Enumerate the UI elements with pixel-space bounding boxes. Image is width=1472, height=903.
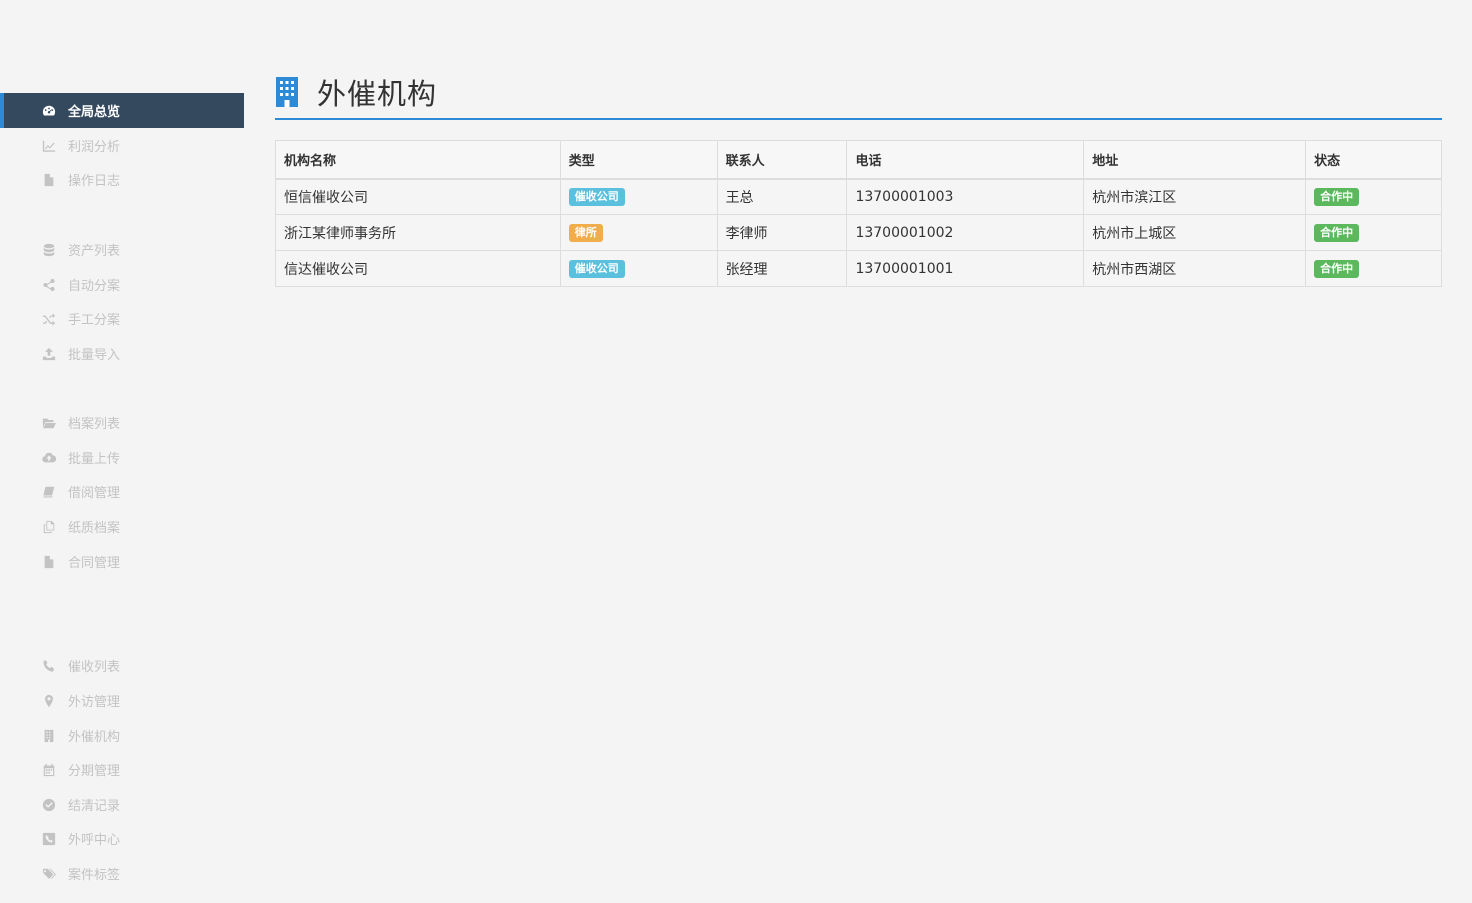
sidebar-item-batch-upload[interactable]: 批量上传 xyxy=(0,440,244,475)
upload-icon xyxy=(42,347,56,361)
status-cell: 合作中 xyxy=(1305,178,1442,215)
type-cell: 催收公司 xyxy=(559,178,718,215)
page-header: 外催机构 xyxy=(275,66,1442,120)
address: 杭州市上城区 xyxy=(1083,214,1307,251)
agency-name: 信达催收公司 xyxy=(275,250,561,287)
page-title: 外催机构 xyxy=(317,77,438,111)
sidebar-item-label: 批量导入 xyxy=(68,348,121,363)
sidebar-item-overview[interactable]: 全局总览 xyxy=(0,93,244,128)
calendar-icon xyxy=(42,763,56,777)
copy-icon xyxy=(42,520,56,534)
map-marker-icon xyxy=(42,694,56,708)
type-badge: 催收公司 xyxy=(568,259,625,278)
type-cell: 催收公司 xyxy=(559,250,718,287)
type-cell: 律所 xyxy=(559,214,718,251)
column-header-address[interactable]: 地址 xyxy=(1083,140,1307,180)
status-cell: 合作中 xyxy=(1305,250,1442,287)
sidebar-item-manual-assign[interactable]: 手工分案 xyxy=(0,301,244,336)
sidebar-item-agencies[interactable]: 外催机构 xyxy=(0,718,244,753)
table-header-row: 机构名称 类型 联系人 电话 地址 状态 xyxy=(275,140,1442,180)
phone-square-icon xyxy=(42,832,56,846)
sidebar: 全局总览 利润分析 操作日志 资产列表 自动分案 手工分案 批量导入 档案列表 … xyxy=(0,0,244,903)
type-badge: 催收公司 xyxy=(568,187,625,206)
sidebar-item-label: 操作日志 xyxy=(68,174,121,189)
sidebar-item-label: 自动分案 xyxy=(68,279,121,294)
sidebar-item-label: 利润分析 xyxy=(68,140,121,155)
table-row[interactable]: 浙江某律师事务所 律所 李律师 13700001002 杭州市上城区 合作中 xyxy=(275,214,1442,251)
agency-table: 机构名称 类型 联系人 电话 地址 状态 恒信催收公司 催收公司 王总 1370… xyxy=(275,140,1442,287)
building-icon xyxy=(42,729,56,743)
check-circle-icon xyxy=(42,798,56,812)
sidebar-item-label: 借阅管理 xyxy=(68,486,121,501)
sidebar-item-label: 分期管理 xyxy=(68,764,121,779)
phone-number: 13700001003 xyxy=(846,178,1085,215)
phone-icon xyxy=(42,659,56,673)
folder-open-icon xyxy=(42,416,56,430)
sidebar-item-batch-import[interactable]: 批量导入 xyxy=(0,336,244,371)
shuffle-icon xyxy=(42,312,56,326)
sidebar-item-label: 外访管理 xyxy=(68,695,121,710)
file-icon xyxy=(42,555,56,569)
sidebar-item-visits[interactable]: 外访管理 xyxy=(0,683,244,718)
table-row[interactable]: 恒信催收公司 催收公司 王总 13700001003 杭州市滨江区 合作中 xyxy=(275,178,1442,215)
sidebar-item-call-center[interactable]: 外呼中心 xyxy=(0,821,244,856)
sidebar-item-profit[interactable]: 利润分析 xyxy=(0,128,244,163)
file-icon xyxy=(42,173,56,187)
sidebar-item-archives[interactable]: 档案列表 xyxy=(0,405,244,440)
status-badge: 合作中 xyxy=(1314,187,1360,206)
address: 杭州市滨江区 xyxy=(1083,178,1307,215)
sidebar-item-contracts[interactable]: 合同管理 xyxy=(0,544,244,579)
sidebar-item-label: 外催机构 xyxy=(68,730,121,745)
sidebar-item-label: 手工分案 xyxy=(68,313,121,328)
sidebar-item-case-tags[interactable]: 案件标签 xyxy=(0,856,244,891)
sidebar-item-paper-archive[interactable]: 纸质档案 xyxy=(0,509,244,544)
database-icon xyxy=(42,243,56,257)
phone-number: 13700001002 xyxy=(846,214,1085,251)
sidebar-item-label: 催收列表 xyxy=(68,660,121,675)
sidebar-item-label: 档案列表 xyxy=(68,417,121,432)
column-header-contact[interactable]: 联系人 xyxy=(716,140,848,180)
column-header-phone[interactable]: 电话 xyxy=(846,140,1085,180)
sidebar-item-installments[interactable]: 分期管理 xyxy=(0,752,244,787)
column-header-type[interactable]: 类型 xyxy=(559,140,718,180)
sidebar-item-label: 结清记录 xyxy=(68,799,121,814)
line-chart-icon xyxy=(42,139,56,153)
phone-number: 13700001001 xyxy=(846,250,1085,287)
sidebar-item-label: 纸质档案 xyxy=(68,521,121,536)
sidebar-item-assets[interactable]: 资产列表 xyxy=(0,232,244,267)
sidebar-item-label: 合同管理 xyxy=(68,556,121,571)
book-icon xyxy=(42,485,56,499)
sidebar-item-collection-list[interactable]: 催收列表 xyxy=(0,648,244,683)
address: 杭州市西湖区 xyxy=(1083,250,1307,287)
sidebar-item-label: 批量上传 xyxy=(68,452,121,467)
sidebar-item-label: 案件标签 xyxy=(68,868,121,883)
contact-name: 李律师 xyxy=(716,214,848,251)
dashboard-icon xyxy=(42,104,56,118)
sidebar-item-auto-assign[interactable]: 自动分案 xyxy=(0,267,244,302)
contact-name: 张经理 xyxy=(716,250,848,287)
share-icon xyxy=(42,278,56,292)
type-badge: 律所 xyxy=(568,223,603,242)
agency-name: 恒信催收公司 xyxy=(275,178,561,215)
column-header-status[interactable]: 状态 xyxy=(1305,140,1442,180)
cloud-upload-icon xyxy=(42,451,56,465)
building-icon xyxy=(275,77,299,107)
status-cell: 合作中 xyxy=(1305,214,1442,251)
status-badge: 合作中 xyxy=(1314,223,1360,242)
status-badge: 合作中 xyxy=(1314,259,1360,278)
sidebar-item-borrow[interactable]: 借阅管理 xyxy=(0,474,244,509)
contact-name: 王总 xyxy=(716,178,848,215)
agency-name: 浙江某律师事务所 xyxy=(275,214,561,251)
sidebar-item-label: 全局总览 xyxy=(68,105,121,120)
tags-icon xyxy=(42,867,56,881)
sidebar-item-label: 外呼中心 xyxy=(68,833,121,848)
table-row[interactable]: 信达催收公司 催收公司 张经理 13700001001 杭州市西湖区 合作中 xyxy=(275,250,1442,287)
sidebar-item-label: 资产列表 xyxy=(68,244,121,259)
sidebar-item-oplog[interactable]: 操作日志 xyxy=(0,162,244,197)
sidebar-item-settled[interactable]: 结清记录 xyxy=(0,787,244,822)
column-header-name[interactable]: 机构名称 xyxy=(275,140,561,180)
